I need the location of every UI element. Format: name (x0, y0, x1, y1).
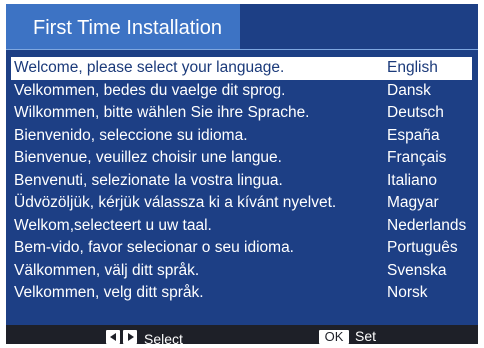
language-list: Welcome, please select your language. Eng… (11, 57, 472, 305)
set-hint-label: Set (355, 328, 377, 344)
language-option-9[interactable]: Välkommen, välj ditt språk. Svenska (11, 260, 472, 283)
language-option-message: Welcome, please select your language. (14, 59, 285, 76)
language-option-8[interactable]: Bem-vido, favor selecionar o seu idioma.… (11, 237, 472, 260)
language-option-6[interactable]: Üdvözöljük, kérjük válassza ki a kívánt … (11, 192, 472, 215)
language-option-message: Bienvenue, veuillez choisir une langue. (14, 149, 282, 166)
title-divider (6, 49, 478, 50)
language-option-name: Português (387, 239, 458, 256)
select-hint-label: Select (144, 331, 183, 344)
arrow-left-key-icon (106, 330, 120, 344)
language-option-message: Bem-vido, favor selecionar o seu idioma. (14, 239, 294, 256)
language-option-name: Norsk (387, 284, 428, 301)
language-option-7[interactable]: Welkom,selecteert u uw taal. Nederlands (11, 215, 472, 238)
installation-screen: First Time Installation Welcome, please … (6, 4, 478, 344)
language-option-message: Välkommen, välj ditt språk. (14, 261, 200, 279)
arrow-right-key-icon (123, 330, 137, 344)
language-option-message: Welkom,selecteert u uw taal. (14, 216, 212, 234)
language-option-10[interactable]: Velkommen, velg ditt språk. Norsk (11, 282, 472, 305)
language-option-name: English (387, 59, 438, 76)
language-option-name: Magyar (387, 194, 439, 211)
language-option-message: Wilkommen, bitte wählen Sie ihre Sprache… (14, 104, 310, 121)
language-option-message: Benvenuti, selezionate la vostra lingua. (14, 171, 283, 189)
language-option-name: Italiano (387, 171, 437, 189)
language-option-name: España (387, 126, 440, 144)
title-tab: First Time Installation (6, 4, 240, 49)
language-option-2[interactable]: Wilkommen, bitte wählen Sie ihre Sprache… (11, 102, 472, 125)
footer-hint-bar: Select OK Set (6, 325, 478, 344)
page-title: First Time Installation (33, 17, 222, 39)
language-option-name: Dansk (387, 81, 431, 99)
language-option-message: Üdvözöljük, kérjük válassza ki a kívánt … (14, 194, 337, 211)
language-option-name: Français (387, 149, 447, 166)
language-option-name: Svenska (387, 261, 447, 279)
language-option-message: Velkommen, velg ditt språk. (14, 284, 204, 301)
language-option-4[interactable]: Bienvenue, veuillez choisir une langue. F… (11, 147, 472, 170)
language-option-1[interactable]: Velkommen, bedes du vaelge dit sprog. Dan… (11, 80, 472, 103)
ok-key-icon: OK (319, 330, 349, 344)
language-option-3[interactable]: Bienvenido, seleccione su idioma. España (11, 125, 472, 148)
language-option-0[interactable]: Welcome, please select your language. Eng… (11, 57, 472, 80)
language-option-message: Velkommen, bedes du vaelge dit sprog. (14, 81, 286, 99)
language-option-5[interactable]: Benvenuti, selezionate la vostra lingua.… (11, 170, 472, 193)
language-option-name: Nederlands (387, 216, 467, 234)
language-option-message: Bienvenido, seleccione su idioma. (14, 126, 248, 144)
language-option-name: Deutsch (387, 104, 444, 121)
